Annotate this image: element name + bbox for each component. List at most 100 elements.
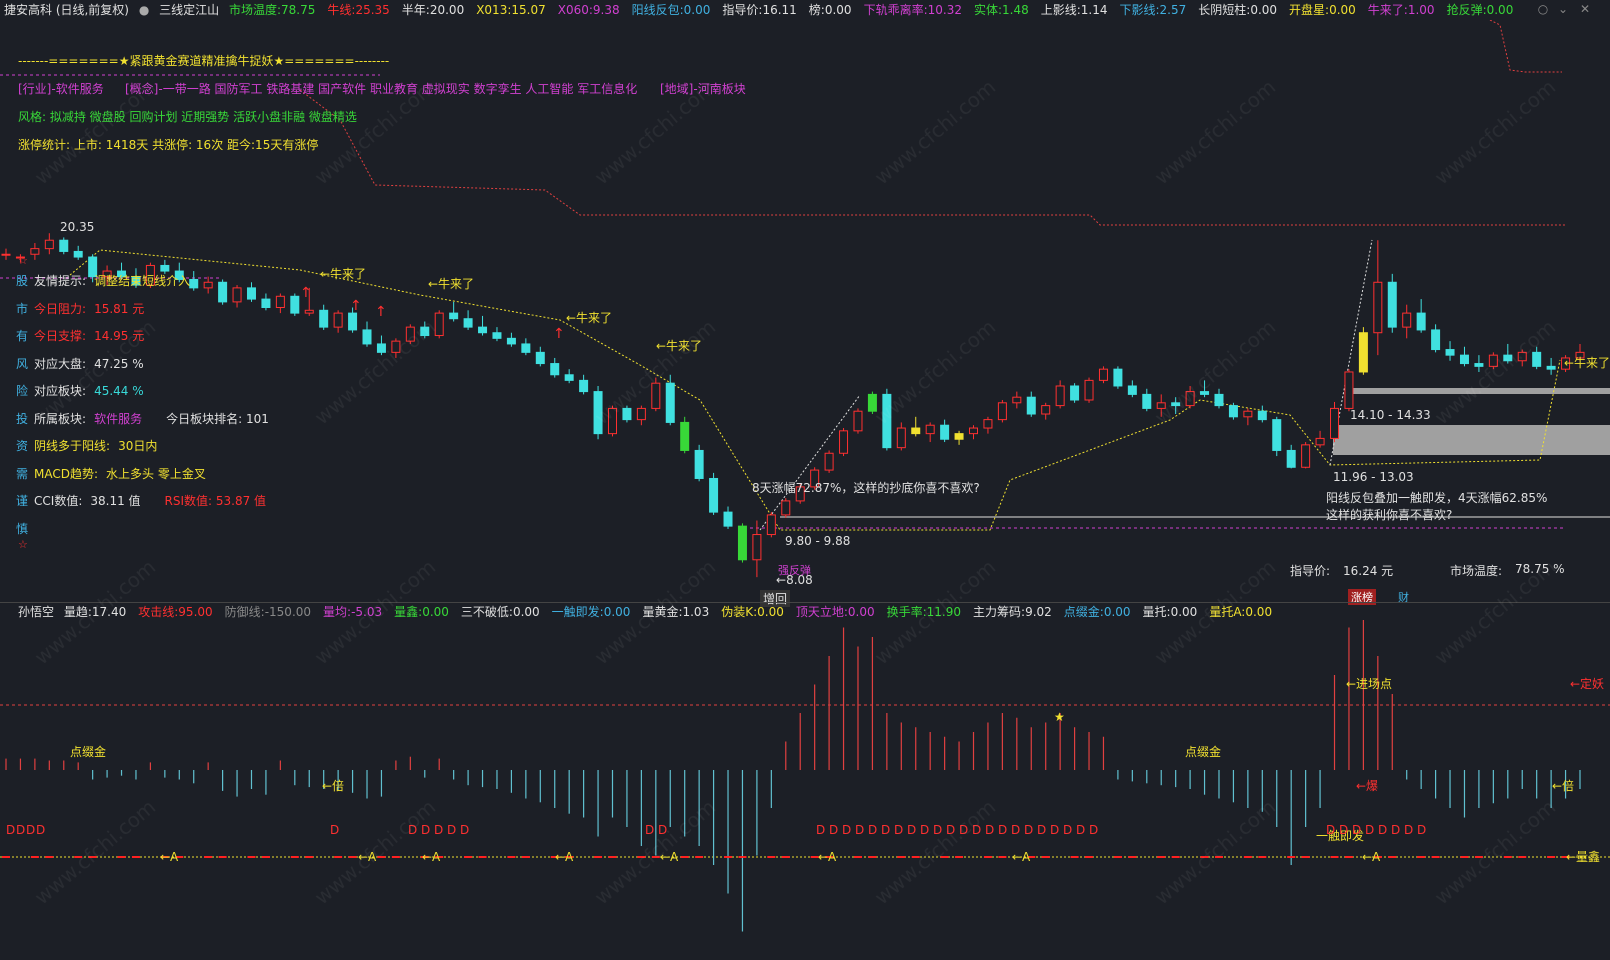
header-item-value: 15.07 [511,3,546,17]
candle [1315,437,1325,446]
close-icon[interactable]: ✕ [1578,2,1592,16]
box3-label: 9.80 - 9.88 [785,534,851,548]
info-value: 软件服务 [94,411,143,426]
entry-point-label: ←进场点 [1346,677,1392,691]
header-item-label: 长阴短柱: [1198,3,1251,17]
header-item-value: 1.00 [1407,3,1435,17]
candle [333,312,343,328]
d-marker: D [1037,823,1046,837]
candle [492,332,502,339]
guide-price-value: 16.24 元 [1343,564,1394,578]
header-item-1: 牛线:25.35 [327,3,395,17]
expand-icon[interactable]: ⌄ [1556,2,1570,16]
candle [1330,407,1340,439]
info-label: MACD趋势: [34,466,99,481]
d-marker: D [1417,823,1426,837]
info-extra-label: 今日板块排名: [166,411,243,426]
sub-indicator-name[interactable]: 孙悟空 [18,605,54,619]
candle [737,525,747,561]
info-row: 需 MACD趋势: 水上多头 零上金叉 [16,465,206,482]
info-value: 15.81 元 [94,301,145,316]
bull-label-right: ←牛来了 [1564,355,1610,370]
header-item-0: 市场温度:78.75 [229,3,321,17]
candle [1055,385,1065,407]
d-marker: D [16,823,25,837]
top-indicator-bar: 捷安高科 (日线,前复权) ● 三线定江山 市场温度:78.75 牛线:25.35… [0,0,1610,20]
concept-tags[interactable]: [概念]-一带一路 国防军工 铁路基建 国产软件 职业教育 虚拟现实 数字孪生 … [125,80,637,97]
sub-item-label: 防御线: [224,605,265,619]
bull-label: ←牛来了 [566,310,612,325]
header-item-13: 开盘星:0.00 [1289,3,1362,17]
candle [1344,371,1354,409]
header-item-label: 牛线: [327,3,356,17]
candle [550,363,560,376]
info-value: 30日内 [118,439,158,453]
candle [1286,449,1296,468]
stock-title[interactable]: 捷安高科 (日线,前复权) [4,3,129,17]
indicator-name-icon[interactable]: ● [139,3,149,17]
info-tag: 股 [16,274,29,288]
header-item-11: 下影线:2.57 [1120,3,1193,17]
candle [997,402,1007,421]
candle [1084,379,1094,401]
d-marker: D [1326,823,1335,837]
candle [723,511,733,527]
high-price-label: 20.35 [60,220,95,234]
bao-label: ←爆 [1356,779,1378,793]
d-marker: D [1391,823,1400,837]
candle [1431,329,1441,351]
candle [954,433,964,440]
volume-indicator-chart[interactable]: ←定妖←量鑫←进场点点缀金 点缀金←倍 ←倍←爆一触即发←A ←A ←A ←A ←A ←A ←A… [0,620,1610,960]
header-item-6: 指导价:16.11 [722,3,802,17]
star-icon: ☆ [18,538,28,551]
buy-arrow-icon: ↑ [300,285,312,301]
arrow-a-label: ←A [422,850,441,864]
candle [1127,385,1137,395]
industry-tag[interactable]: [行业]-软件服务 [18,80,104,97]
candle [160,264,170,272]
info-tag: 资 [16,439,29,453]
zone-box-2 [1333,425,1610,455]
d-marker: D [1365,823,1374,837]
candle [766,514,776,536]
bull-label: ←牛来了 [428,276,474,291]
d-marker: D [1352,823,1361,837]
header-item-value: 0.00 [1486,3,1514,17]
candle [1301,444,1311,468]
candle [1214,393,1224,407]
settings-icon[interactable]: ○ [1536,2,1550,16]
info-row: 股友情提示: 调整结束短线介入 [16,272,190,289]
d-marker: D [330,823,339,837]
sub-item-label: 点缀金: [1063,605,1104,619]
candle [73,250,83,258]
candle [1243,410,1253,418]
info-row: 谨 CCI数值: 38.11 值 RSI数值: 53.87 值 [16,492,266,509]
d-marker: D [1011,823,1020,837]
info-tag: 谨 [16,494,29,508]
candle [348,312,358,331]
rally1-text: 8天涨幅72.87%，这样的抄底你喜不喜欢? [752,481,980,495]
indicator-name[interactable]: 三线定江山 [159,3,219,17]
candle [839,430,849,454]
candle [564,374,574,381]
header-item-value: 0.00 [1250,3,1278,17]
d-marker: D [1404,823,1413,837]
d-marker: D [460,823,469,837]
rally-line-1 [759,394,861,531]
header-item-label: 阳线反包: [631,3,684,17]
candle [203,281,213,289]
d-marker: D [26,823,35,837]
header-item-value: 78.75 [281,3,316,17]
info-row: 资阴线多于阳线: 30日内 [16,437,157,454]
header-item-3: X013:15.07 [476,3,552,17]
arrow-a-label: ←A [160,850,179,864]
d-marker: D [434,823,443,837]
candle [478,326,488,334]
header-item-value: 10.32 [927,3,962,17]
arrow-a-label: ←A [1362,850,1381,864]
indicator-values: 市场温度:78.75 牛线:25.35 半年:20.00 X013:15.07 X060… [229,3,1525,17]
header-item-2: 半年:20.00 [402,3,470,17]
dianzhuijin-label: 点缀金 [1185,744,1221,759]
candle [925,424,935,435]
candle [752,534,762,561]
